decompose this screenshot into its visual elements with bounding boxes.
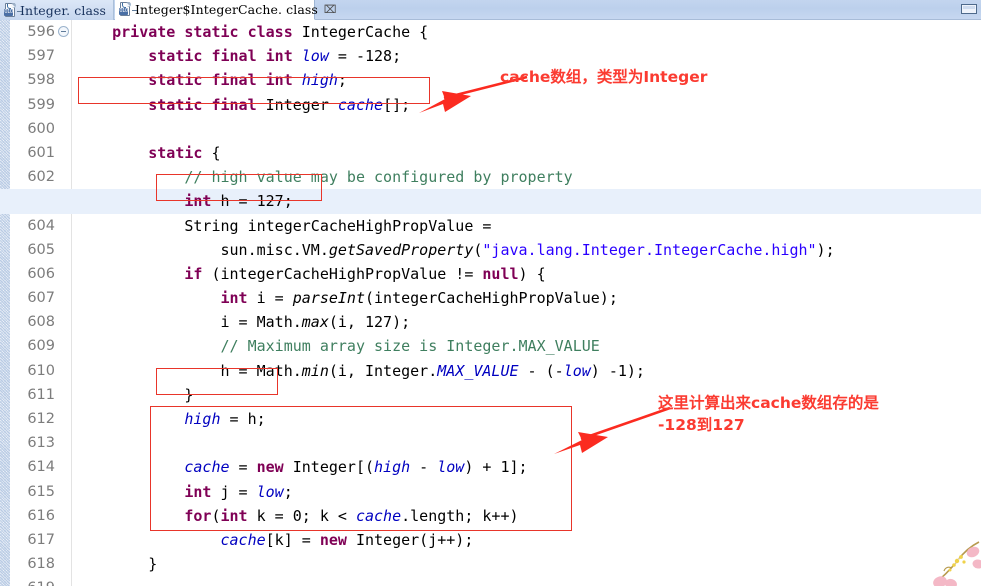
code-line-text: static { xyxy=(148,143,221,162)
code-line-text: static final int high; xyxy=(148,71,347,90)
close-icon[interactable]: ⌧ xyxy=(324,4,337,15)
code-line-text: private static class IntegerCache { xyxy=(112,23,429,41)
line-number: 599 xyxy=(27,96,55,113)
code-line-text: String integerCacheHighPropValue = xyxy=(76,216,492,235)
java-class-file-icon: 010 xyxy=(4,2,22,18)
code-line[interactable]: static final Integer cache[]; xyxy=(72,93,981,117)
minimize-button[interactable] xyxy=(961,4,977,14)
code-line[interactable]: private static class IntegerCache { xyxy=(72,20,981,44)
line-number: 613 xyxy=(27,435,55,452)
line-number: 597 xyxy=(27,48,55,65)
line-number: 615 xyxy=(27,483,55,500)
code-line[interactable]: int j = low; xyxy=(72,480,981,504)
line-number: 617 xyxy=(27,531,55,548)
code-line[interactable]: i = Math.max(i, 127); xyxy=(72,310,981,334)
line-number-gutter: 596 597 598 599 600 601 602 603 604 605 606 607 608 6… xyxy=(11,20,72,586)
line-number: 606 xyxy=(27,265,55,282)
line-number: 619 xyxy=(11,576,71,586)
code-line-text: i = Math.max(i, 127); xyxy=(76,313,411,332)
line-number: 596 xyxy=(11,20,71,44)
line-number: 610 xyxy=(27,362,55,379)
code-editor[interactable]: 596 597 598 599 600 601 602 603 604 605 606 607 608 6… xyxy=(0,20,981,586)
code-line-text: cache = new Integer[(high - low) + 1]; xyxy=(184,458,528,477)
line-number: 618 xyxy=(27,556,55,573)
java-class-file-icon: 010 xyxy=(119,2,137,17)
tab-integer-class[interactable]: 010 Integer. class xyxy=(0,0,114,20)
tab-integer-integercache-class[interactable]: 010 Integer$IntegerCache. class ⌧ xyxy=(115,0,337,20)
code-line[interactable]: static final int low = -128; xyxy=(72,44,981,68)
line-number: 605 xyxy=(27,241,55,258)
code-line-text: // Maximum array size is Integer.MAX_VAL… xyxy=(220,337,600,356)
code-line-text: } xyxy=(76,555,158,574)
code-line-text: // high value may be configured by prope… xyxy=(184,168,573,187)
code-line-text: int h = 127; xyxy=(184,192,293,211)
editor-tab-bar: 010 Integer. class 010 Integer$IntegerCa… xyxy=(0,0,981,20)
code-line-text: for(int k = 0; k < cache.length; k++) xyxy=(184,506,519,525)
code-line[interactable]: cache[k] = new Integer(j++); xyxy=(72,528,981,552)
eclipse-editor-window: 010 Integer. class 010 Integer$IntegerCa… xyxy=(0,0,981,586)
code-line[interactable]: int i = parseInt(integerCacheHighPropVal… xyxy=(72,286,981,310)
note-cache-array: cache数组，类型为Integer xyxy=(500,68,708,86)
code-line[interactable]: h = Math.min(i, Integer.MAX_VALUE - (-lo… xyxy=(72,359,981,383)
note-cache-range: 这里计算出来cache数组存的是 -128到127 xyxy=(658,394,879,434)
code-line[interactable]: String integerCacheHighPropValue = xyxy=(72,214,981,238)
line-number: 612 xyxy=(27,411,55,427)
code-line-text: } xyxy=(76,385,194,404)
code-line-text: high = h; xyxy=(184,410,266,428)
line-number: 607 xyxy=(27,290,55,307)
line-number: 602 xyxy=(27,169,55,186)
code-line[interactable]: // Maximum array size is Integer.MAX_VAL… xyxy=(72,334,981,358)
line-number: 601 xyxy=(27,144,55,161)
code-line-text: static final int low = -128; xyxy=(148,47,402,66)
code-line[interactable]: sun.misc.VM.getSavedProperty("java.lang.… xyxy=(72,238,981,262)
code-line[interactable] xyxy=(72,117,981,141)
annotation-ruler[interactable] xyxy=(0,20,11,586)
line-number: 609 xyxy=(27,338,55,355)
code-line[interactable]: for(int k = 0; k < cache.length; k++) xyxy=(72,504,981,528)
code-line-text: if (integerCacheHighPropValue != null) { xyxy=(184,264,546,283)
line-number: 604 xyxy=(27,217,55,234)
line-number: 611 xyxy=(27,386,55,403)
code-line-text: cache[k] = new Integer(j++); xyxy=(220,530,474,549)
tab-label: Integer. class xyxy=(20,2,107,18)
code-line[interactable] xyxy=(72,576,981,586)
code-line[interactable]: int h = 127; xyxy=(0,189,981,214)
code-text-area[interactable]: private static class IntegerCache { stat… xyxy=(0,20,981,586)
line-number: 608 xyxy=(27,314,55,331)
code-line-text: sun.misc.VM.getSavedProperty("java.lang.… xyxy=(76,240,835,259)
code-line-text: int i = parseInt(integerCacheHighPropVal… xyxy=(220,289,618,308)
code-line-text: static final Integer cache[]; xyxy=(148,95,411,114)
code-line-text: int j = low; xyxy=(184,482,293,501)
code-line[interactable]: // high value may be configured by prope… xyxy=(72,165,981,189)
tab-label: Integer$IntegerCache. class xyxy=(135,2,318,17)
code-line[interactable]: static { xyxy=(72,141,981,165)
code-line-text: h = Math.min(i, Integer.MAX_VALUE - (-lo… xyxy=(76,361,645,380)
line-number: 600 xyxy=(27,120,55,137)
code-line[interactable]: cache = new Integer[(high - low) + 1]; xyxy=(72,455,981,479)
code-line[interactable]: } xyxy=(72,552,981,576)
code-line[interactable]: if (integerCacheHighPropValue != null) { xyxy=(72,262,981,286)
fold-collapse-icon[interactable] xyxy=(58,26,69,37)
line-number: 614 xyxy=(27,459,55,476)
line-number: 598 xyxy=(27,72,55,89)
line-number: 616 xyxy=(27,507,55,524)
